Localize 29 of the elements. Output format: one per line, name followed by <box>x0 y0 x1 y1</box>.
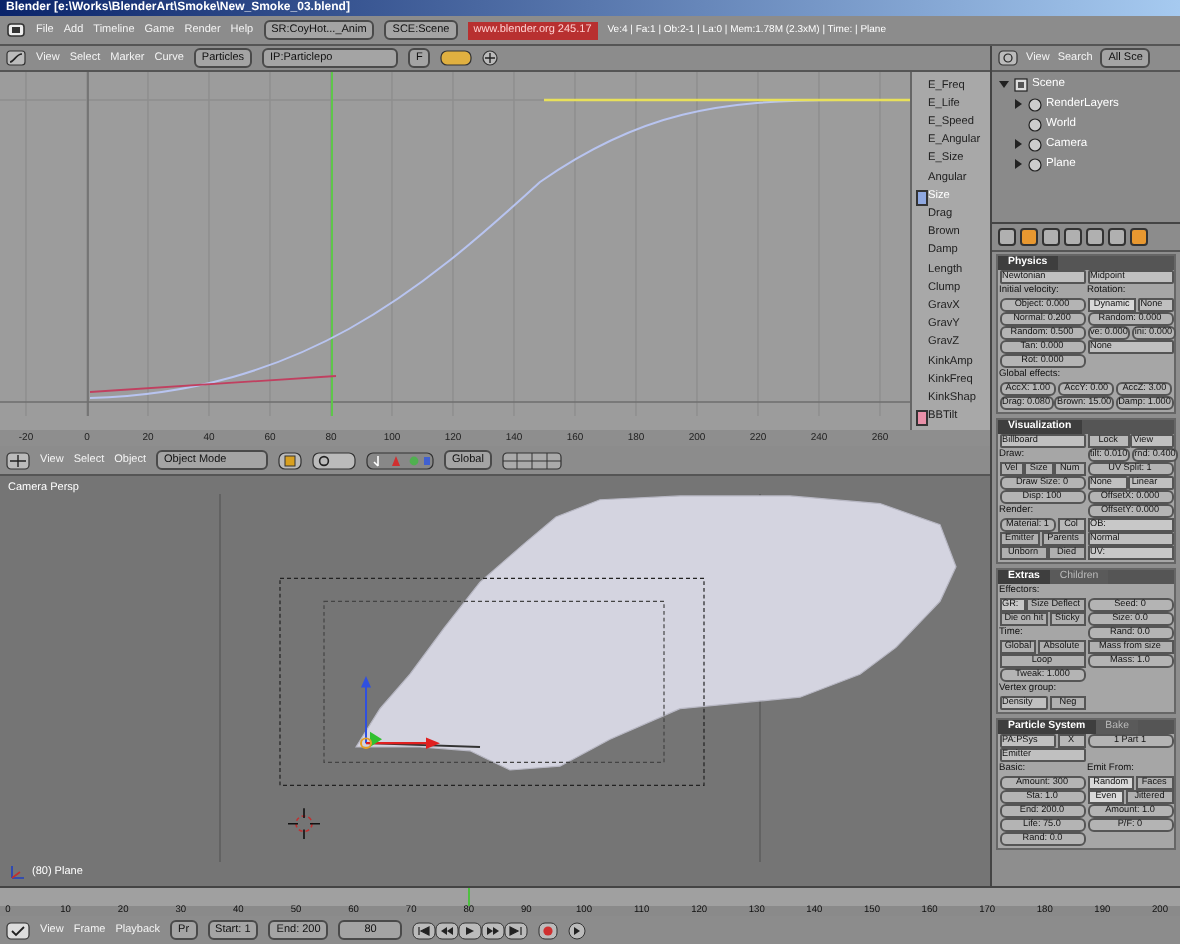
move-view-icon[interactable] <box>482 50 499 66</box>
object-axes-drawing <box>360 676 481 749</box>
expand-arrow-icon[interactable] <box>1012 98 1024 110</box>
editor-type-icon[interactable] <box>6 451 30 469</box>
axes-icon <box>8 863 26 881</box>
keying-icon[interactable] <box>568 921 587 939</box>
record-button-icon[interactable] <box>538 921 559 939</box>
cursor-icon <box>287 807 321 840</box>
expand-arrow-icon[interactable] <box>1012 158 1024 170</box>
context-button[interactable] <box>998 228 1016 246</box>
draw-type-icon[interactable] <box>278 451 303 469</box>
window-type-icon[interactable] <box>6 22 26 38</box>
editor-type-icon[interactable] <box>6 50 26 66</box>
scene-icon <box>1014 77 1028 91</box>
pivot-icon[interactable] <box>312 451 357 469</box>
view-lock-icon[interactable] <box>440 50 473 66</box>
editor-type-icon[interactable] <box>6 921 30 939</box>
expand-arrow-icon[interactable] <box>998 78 1010 90</box>
context-button[interactable] <box>1086 228 1104 246</box>
playback-controls-icon[interactable] <box>412 921 529 939</box>
expand-arrow-icon[interactable] <box>1012 138 1024 150</box>
context-button[interactable] <box>1130 228 1148 246</box>
context-button[interactable] <box>1108 228 1126 246</box>
manipulator-icon[interactable] <box>366 451 435 469</box>
context-button[interactable] <box>1064 228 1082 246</box>
context-button[interactable] <box>1020 228 1038 246</box>
context-button[interactable] <box>1042 228 1060 246</box>
layer-grid-icon[interactable] <box>501 451 562 469</box>
editor-type-icon[interactable] <box>998 50 1018 66</box>
